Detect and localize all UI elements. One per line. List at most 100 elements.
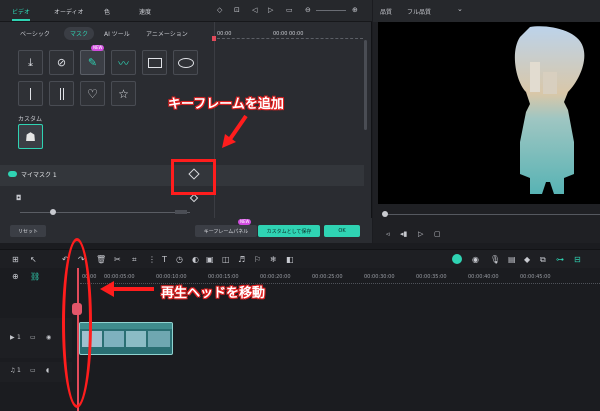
tab-video[interactable]: ビデオ (12, 7, 30, 16)
quality-select[interactable]: フル品質 (407, 7, 431, 16)
diamond-icon[interactable]: ◇ (217, 6, 222, 14)
subtab-animation[interactable]: アニメーション (146, 29, 188, 38)
line-mask-tile[interactable] (18, 81, 43, 106)
split-icon[interactable]: ⋮ (148, 255, 156, 264)
delete-icon[interactable]: 🗑 (96, 255, 106, 264)
text-icon[interactable]: T (162, 255, 167, 264)
subtab-mask[interactable]: マスク (64, 27, 95, 40)
folder-icon-2[interactable]: ▭ (30, 367, 36, 374)
ruler-start: 00:00 (217, 31, 232, 37)
stop-icon[interactable]: ▢ (434, 230, 441, 238)
save-custom-button[interactable]: カスタムとして保存 (258, 225, 320, 237)
grid-icon[interactable]: ⊞ (12, 255, 19, 264)
ok-button[interactable]: OK (324, 225, 360, 237)
star-mask-tile[interactable]: ☆ (111, 81, 136, 106)
heart-icon: ♡ (87, 86, 98, 101)
tick-8: 00:00:40:00 (468, 274, 499, 280)
pen-mask-tile[interactable]: ✎ (80, 50, 105, 75)
cut-icon[interactable]: ✂ (114, 255, 121, 264)
mask-icon[interactable]: ◧ (286, 255, 294, 264)
color-icon[interactable]: ◐ (192, 255, 199, 264)
rewind-icon[interactable]: ◂▮ (400, 230, 407, 238)
view-icon[interactable]: ⊟ (574, 255, 581, 264)
link-clip-icon[interactable]: ⊶ (556, 255, 564, 264)
keyframe-highlight-box (171, 159, 216, 195)
add-track-icon[interactable]: ⊕ (12, 272, 19, 281)
eye-icon[interactable]: ◉ (46, 334, 51, 341)
shield-icon[interactable]: ◉ (472, 255, 479, 264)
snap-icon[interactable]: ⧉ (540, 255, 546, 265)
subtab-basic[interactable]: ベーシック (20, 29, 50, 38)
video-clip[interactable] (79, 322, 173, 355)
preview-progress-knob[interactable] (382, 211, 388, 217)
marker-icon[interactable]: ◆ (524, 255, 530, 264)
invert-icon[interactable]: ◘ (16, 194, 22, 202)
quality-label: 品質 (380, 9, 393, 16)
tick-7: 00:00:35:00 (416, 274, 447, 280)
stabilize-icon[interactable]: ◫ (222, 255, 230, 264)
panel-scrollbar[interactable] (364, 40, 367, 130)
mic-icon[interactable]: 🎙 (490, 255, 500, 264)
property-tabs: ビデオ オーディオ 色 速度 ◇ ⊡ ◁ ▷ ▭ ⊖ ⊕ (0, 0, 372, 22)
heart-mask-tile[interactable]: ♡ (80, 81, 105, 106)
next-icon[interactable]: ▷ (268, 6, 273, 14)
audio-track-number: 1 (17, 367, 21, 374)
link-track-icon[interactable]: ⛓ (30, 272, 40, 281)
render-icon[interactable] (452, 254, 462, 264)
brush-mask-tile[interactable]: 〰 (111, 50, 136, 75)
previous-frame-icon[interactable]: ◃ (386, 230, 390, 238)
folder-icon[interactable]: ▭ (30, 334, 36, 341)
ellipse-icon (177, 57, 194, 68)
import-icon: ⤓ (28, 55, 33, 69)
no-icon: ⊘ (56, 56, 67, 69)
link-icon[interactable]: ▭ (286, 6, 293, 14)
keyframe-nav-icon[interactable]: ⊡ (234, 6, 240, 14)
preview-progress[interactable] (383, 214, 600, 215)
previous-icon[interactable]: ◁ (252, 6, 257, 14)
select-icon[interactable]: ↖ (30, 255, 37, 264)
person-silhouette-icon: ☗ (25, 129, 36, 144)
fit-icon[interactable]: ▣ (206, 255, 214, 264)
import-mask-tile[interactable]: ⤓ (18, 50, 43, 75)
ellipse-mask-tile[interactable] (173, 50, 198, 75)
mask-toggle[interactable] (8, 171, 17, 177)
keyframe-panel-button[interactable]: キーフレームパネル (195, 225, 257, 237)
keyframe-playhead-marker[interactable] (212, 36, 216, 41)
star-icon: ☆ (118, 86, 129, 101)
zoom-slider[interactable] (316, 10, 346, 11)
line-icon (30, 87, 31, 100)
subtab-ai-tools[interactable]: AI ツール (104, 29, 130, 38)
custom-mask-tile[interactable]: ☗ (18, 124, 43, 149)
rectangle-mask-tile[interactable] (142, 50, 167, 75)
tab-speed[interactable]: 速度 (139, 7, 151, 16)
playhead-annotation: 再生ヘッドを移動 (161, 286, 266, 301)
speed-icon[interactable]: ⚐ (254, 255, 261, 264)
clock-icon[interactable]: ◷ (176, 255, 183, 264)
mask-slider[interactable] (20, 212, 190, 213)
audio-icon[interactable]: ♬ (238, 255, 245, 264)
no-mask-tile[interactable]: ⊘ (49, 50, 74, 75)
mask-subtabs: ベーシック マスク AI ツール アニメーション (0, 22, 215, 44)
tab-color[interactable]: 色 (104, 7, 110, 16)
chevron-down-icon[interactable]: ⌄ (457, 5, 463, 13)
video-canvas[interactable] (378, 22, 600, 204)
play-icon[interactable]: ▷ (418, 230, 423, 238)
double-line-icon (59, 87, 64, 100)
zoom-in-icon[interactable]: ⊕ (352, 6, 358, 14)
new-badge-2: NEW (238, 219, 252, 225)
double-line-mask-tile[interactable] (49, 81, 74, 106)
mask-row-label: マイマスク 1 (21, 172, 57, 179)
reset-button[interactable]: リセット (10, 225, 46, 237)
tab-audio[interactable]: オーディオ (54, 7, 84, 16)
new-badge: NEW (91, 45, 105, 51)
layers-icon[interactable]: ▤ (508, 255, 516, 264)
freeze-icon[interactable]: ❄ (270, 255, 277, 264)
speaker-icon[interactable]: ◖ (46, 367, 49, 374)
zoom-out-icon[interactable]: ⊖ (305, 6, 311, 14)
mask-slider-knob[interactable] (50, 209, 56, 215)
custom-section-label: カスタム (18, 116, 43, 123)
crop-icon[interactable]: ⌗ (132, 255, 137, 265)
audio-track-header: ♫ 1 ▭ ◖ (0, 362, 72, 382)
active-tab-indicator (12, 19, 30, 21)
tick-9: 00:00:45:00 (520, 274, 551, 280)
